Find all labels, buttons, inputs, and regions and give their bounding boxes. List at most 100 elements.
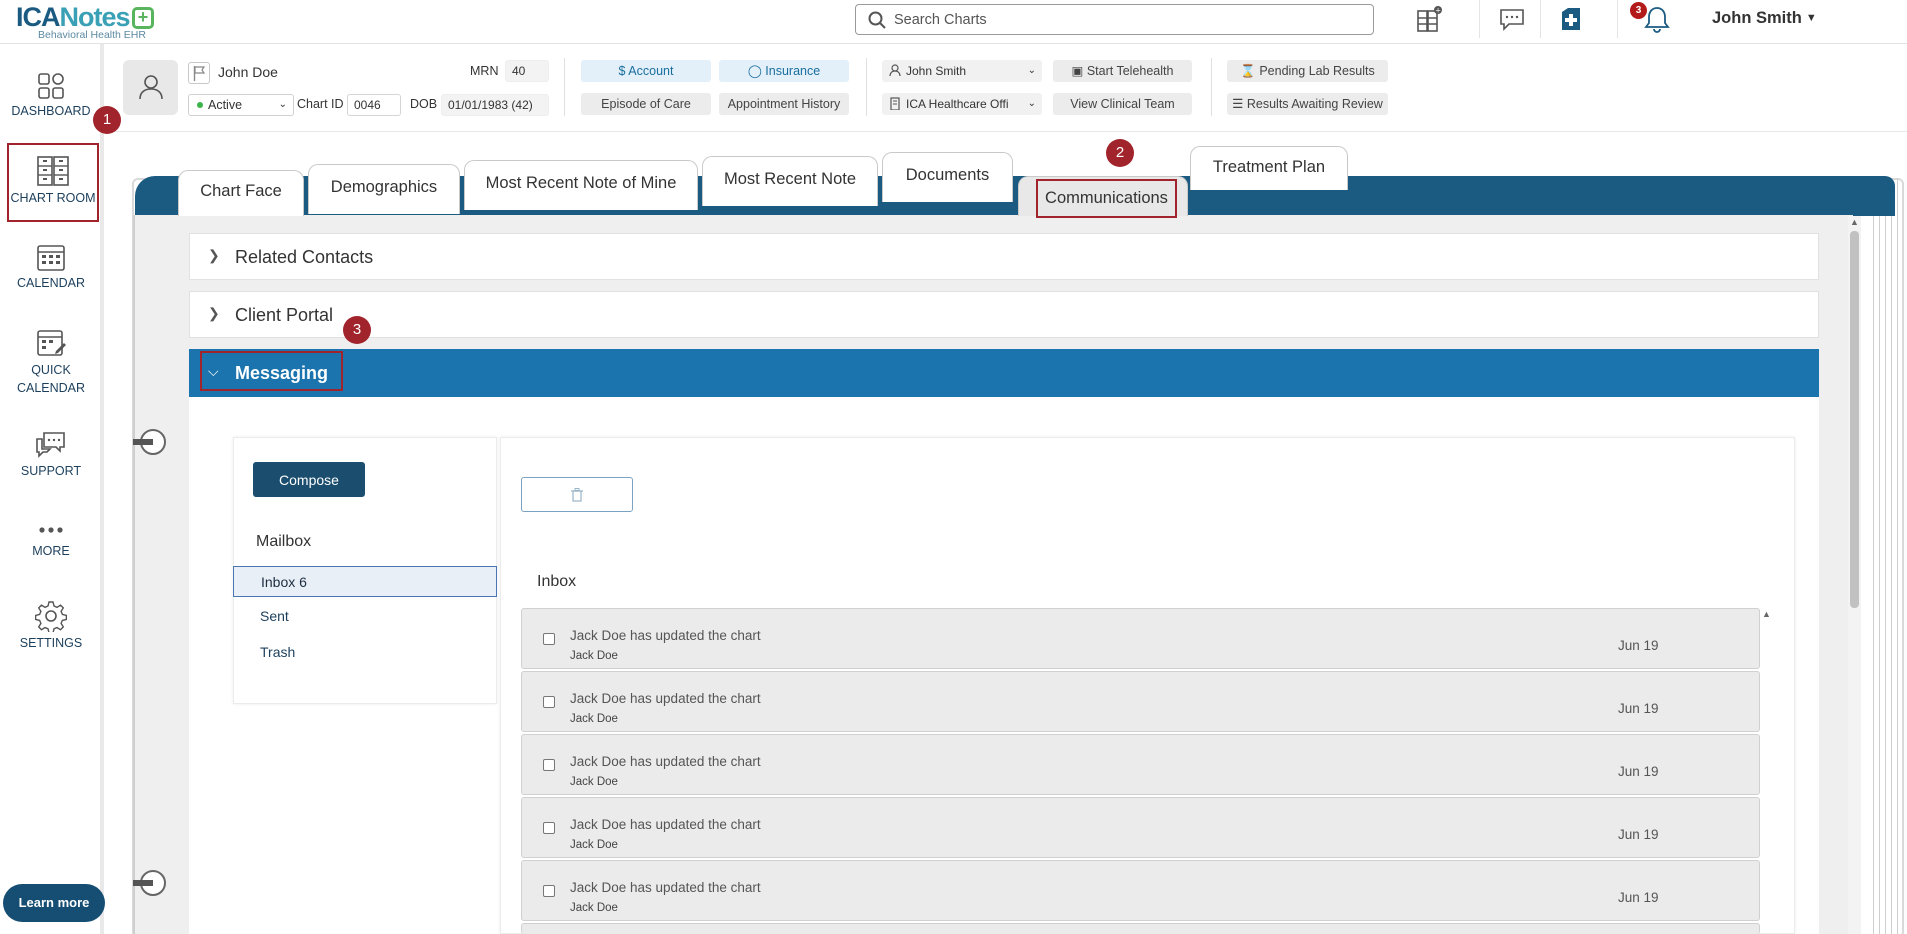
inbox-title: Inbox (537, 573, 577, 590)
logo-plus-icon: + (131, 7, 154, 29)
patient-status-select[interactable]: Active ⌄ (188, 94, 294, 116)
sidebar-item-label-line2: CALENDAR (16, 381, 86, 395)
message-sender: Jack Doe (570, 713, 618, 725)
tab-most-recent-note[interactable]: Most Recent Note (702, 156, 878, 206)
mailbox-folder-trash[interactable]: Trash (233, 637, 497, 668)
patient-status-value: Active (208, 98, 243, 112)
scroll-up-arrow-icon[interactable]: ▲ (1762, 609, 1771, 619)
sidebar-item-calendar[interactable]: CALENDAR (0, 242, 102, 290)
message-checkbox[interactable] (543, 759, 555, 771)
flag-button[interactable] (188, 62, 210, 84)
chat-bubble-icon[interactable] (1497, 4, 1527, 34)
dob-label: DOB (410, 97, 438, 111)
message-date: Jun 19 (1618, 638, 1659, 653)
dashboard-grid-icon (38, 73, 64, 99)
learn-more-button[interactable]: Learn more (3, 884, 105, 922)
user-icon (889, 64, 901, 77)
office-select[interactable]: ICA Healthcare Offi ⌄ (882, 93, 1042, 115)
messaging-section[interactable]: ⌵ Messaging (189, 349, 1819, 397)
status-dot-icon (197, 102, 203, 108)
top-bar: ICANotes+ Behavioral Health EHR + 3 John… (0, 0, 1907, 44)
sidebar-item-dashboard[interactable]: DASHBOARD (0, 72, 102, 118)
sidebar-item-label: MORE (32, 544, 70, 558)
dob-value: 01/01/1983 (42) (441, 94, 549, 116)
chevron-down-icon: ⌄ (1027, 65, 1036, 76)
message-row[interactable]: Jack Doe has updated the chart Jack Doe … (521, 671, 1760, 732)
tab-most-recent-note-of-mine[interactable]: Most Recent Note of Mine (464, 160, 698, 210)
logo-subtitle: Behavioral Health EHR (38, 29, 146, 41)
insurance-button[interactable]: ◯ Insurance (719, 60, 849, 82)
medical-plus-icon[interactable] (1557, 4, 1587, 34)
list-icon: ☰ (1232, 97, 1247, 111)
mrn-label: MRN (470, 64, 499, 78)
quick-calendar-icon (37, 330, 66, 356)
mailbox-folder-inbox[interactable]: Inbox 6 (233, 566, 497, 597)
results-awaiting-review-button[interactable]: ☰ Results Awaiting Review (1227, 93, 1388, 115)
user-menu[interactable]: John Smith ▼ (1712, 9, 1817, 28)
app-logo[interactable]: ICANotes + Behavioral Health EHR (16, 3, 154, 41)
patient-header: John Doe Active ⌄ Chart ID 0046 MRN 40 DO… (108, 44, 1907, 132)
start-telehealth-button[interactable]: ▣ Start Telehealth (1053, 60, 1192, 82)
hourglass-icon: ⌛ (1240, 64, 1260, 78)
message-checkbox[interactable] (543, 696, 555, 708)
message-checkbox[interactable] (543, 885, 555, 897)
start-telehealth-label: Start Telehealth (1086, 64, 1174, 78)
related-contacts-section[interactable]: ❯ Related Contacts (189, 233, 1819, 280)
related-contacts-title: Related Contacts (235, 247, 374, 267)
tab-chart-face[interactable]: Chart Face (178, 170, 304, 216)
message-row[interactable]: Jack Doe has updated the chart Jack Doe … (521, 608, 1760, 669)
sidebar-item-label: SETTINGS (19, 636, 83, 650)
page-scrollbar[interactable]: ▲ (1848, 216, 1861, 934)
account-button[interactable]: $ Account (581, 60, 711, 82)
message-checkbox[interactable] (543, 633, 555, 645)
message-row[interactable]: Jack Doe has updated the chart Jack Doe … (521, 734, 1760, 795)
scrollbar-thumb[interactable] (1850, 231, 1859, 608)
message-row[interactable] (521, 923, 1760, 934)
chart-cabinet-icon[interactable]: + (1414, 4, 1444, 34)
step-callout-1: 1 (93, 106, 121, 134)
message-row[interactable]: Jack Doe has updated the chart Jack Doe … (521, 860, 1760, 921)
sidebar-item-chart-room[interactable]: CHART ROOM (7, 143, 99, 222)
sidebar-item-label: DASHBOARD (11, 104, 91, 118)
search-charts-box[interactable] (855, 4, 1374, 35)
message-checkbox[interactable] (543, 822, 555, 834)
pending-lab-results-button[interactable]: ⌛ Pending Lab Results (1227, 60, 1388, 82)
chevron-down-icon: ▼ (1805, 12, 1817, 24)
appointment-history-button[interactable]: Appointment History (719, 93, 849, 115)
messaging-highlight (200, 351, 343, 391)
episode-of-care-button[interactable]: Episode of Care (581, 93, 711, 115)
view-clinical-team-button[interactable]: View Clinical Team (1053, 93, 1192, 115)
search-input[interactable] (894, 9, 1354, 31)
delete-button[interactable] (521, 477, 633, 512)
support-chat-icon (36, 432, 65, 458)
tab-communications[interactable]: Communications (1018, 176, 1188, 218)
message-subject: Jack Doe has updated the chart (570, 880, 761, 895)
provider-select[interactable]: John Smith ⌄ (882, 60, 1042, 82)
tab-documents[interactable]: Documents (882, 152, 1013, 202)
shield-icon: ◯ (747, 64, 766, 78)
dollar-icon: $ (618, 64, 629, 78)
chevron-right-icon: ❯ (208, 247, 220, 263)
mailbox-folder-sent[interactable]: Sent (233, 601, 497, 632)
sidebar-item-quick-calendar[interactable]: QUICK CALENDAR (0, 327, 102, 397)
avatar[interactable] (123, 60, 178, 115)
tab-demographics[interactable]: Demographics (308, 164, 460, 214)
results-awaiting-review-label: Results Awaiting Review (1246, 97, 1383, 111)
scroll-up-arrow-icon[interactable]: ▲ (1850, 217, 1859, 227)
message-date: Jun 19 (1618, 827, 1659, 842)
building-icon (890, 97, 900, 110)
client-portal-section[interactable]: ❯ Client Portal (189, 291, 1819, 338)
tab-treatment-plan[interactable]: Treatment Plan (1190, 146, 1348, 190)
sidebar-item-settings[interactable]: SETTINGS (0, 600, 102, 650)
compose-button[interactable]: Compose (253, 462, 365, 497)
office-value: ICA Healthcare Offi (906, 97, 1009, 111)
search-icon (868, 11, 886, 29)
sidebar-item-support[interactable]: SUPPORT (0, 430, 102, 478)
client-portal-title: Client Portal (235, 305, 334, 325)
step-callout-3: 3 (343, 316, 371, 344)
message-row[interactable]: Jack Doe has updated the chart Jack Doe … (521, 797, 1760, 858)
gear-icon (35, 601, 67, 632)
pending-lab-results-label: Pending Lab Results (1259, 64, 1375, 78)
sidebar-item-more[interactable]: MORE (0, 520, 102, 558)
chart-id-field[interactable]: 0046 (347, 94, 401, 116)
